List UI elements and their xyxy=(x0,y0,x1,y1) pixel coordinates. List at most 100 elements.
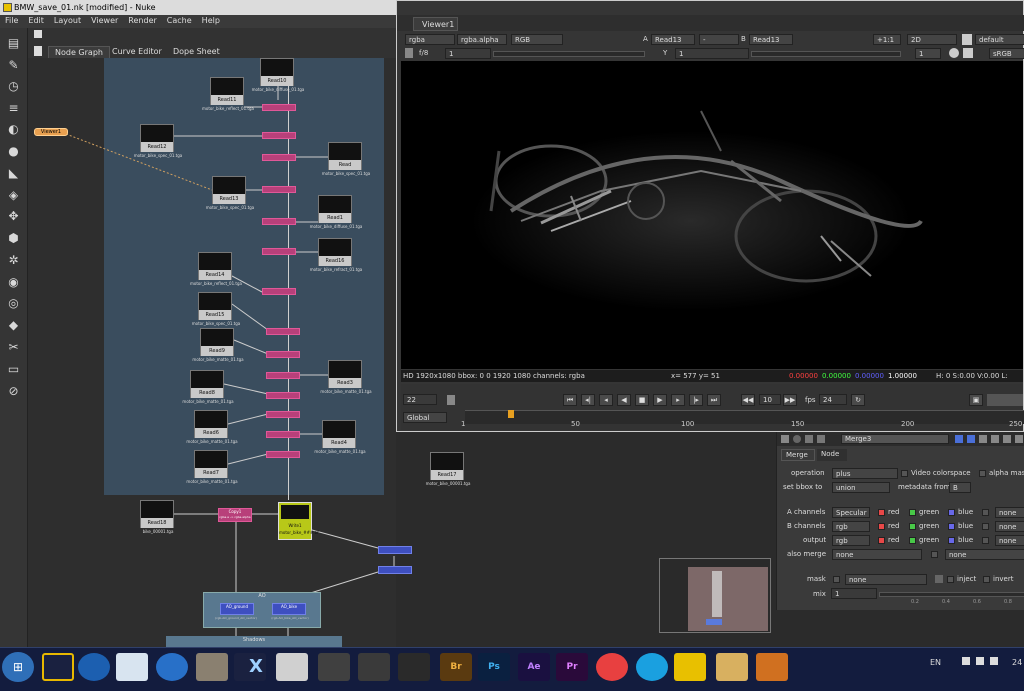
operation-dropdown[interactable]: plus xyxy=(832,468,898,479)
display-style-dropdown[interactable]: RGB xyxy=(511,34,563,45)
taskbar-premiere-icon[interactable]: Pr xyxy=(556,653,588,681)
read-node[interactable]: Read12 motor_bike_spec_01.tga xyxy=(134,124,182,158)
skip-forward-button[interactable]: ▶▶ xyxy=(783,394,797,406)
redo-icon[interactable] xyxy=(991,435,999,443)
read-node[interactable]: Read14 motor_bike_reflect_01.tga xyxy=(190,252,242,286)
merge-node[interactable] xyxy=(266,392,300,399)
network-icon[interactable] xyxy=(976,657,984,665)
merge-node[interactable] xyxy=(262,154,296,161)
frame-increment-field[interactable]: 10 xyxy=(759,394,781,405)
metadata-dropdown[interactable]: B xyxy=(949,482,971,493)
gain-toggle-icon[interactable] xyxy=(405,48,413,58)
proxy-dropdown[interactable]: 1 xyxy=(915,48,941,59)
lut-dropdown[interactable]: default xyxy=(975,34,1024,45)
a-input-dropdown[interactable]: Read13 xyxy=(651,34,695,45)
minimap-view-rect[interactable] xyxy=(688,567,768,631)
taskbar-explorer-icon[interactable] xyxy=(716,653,748,681)
gain-field[interactable]: 1 xyxy=(445,48,491,59)
bbox-dropdown[interactable]: union xyxy=(832,482,890,493)
ao-ground-node[interactable]: AO_ground xyxy=(220,603,254,615)
read-node[interactable]: Read9 motor_bike_matte_01.tga xyxy=(192,328,244,362)
write-node[interactable]: Write1 motor_bike_###.tif xyxy=(278,502,319,540)
also-merge-checkbox[interactable] xyxy=(931,551,938,558)
out-red-checkbox[interactable] xyxy=(878,537,885,544)
b-red-checkbox[interactable] xyxy=(878,523,885,530)
node-name-field[interactable]: Merge3 xyxy=(841,434,949,444)
also-merge-dropdown-2[interactable]: none xyxy=(945,549,1024,560)
out-blue-checkbox[interactable] xyxy=(948,537,955,544)
prev-frame-button[interactable]: ◂ xyxy=(599,394,613,406)
read-node[interactable]: Read10 motor_bike_diffuse_01.tga xyxy=(252,58,304,92)
read-node[interactable]: Read motor_bike_spec_01.tga xyxy=(322,142,370,176)
revert-icon[interactable] xyxy=(1003,435,1011,443)
taskbar-document-icon[interactable] xyxy=(116,653,148,681)
gamma-field[interactable]: 1 xyxy=(675,48,749,59)
wipe-comp-dropdown[interactable]: - xyxy=(699,34,739,45)
volume-icon[interactable] xyxy=(990,657,998,665)
gain-slider[interactable] xyxy=(493,51,645,57)
merge-node[interactable] xyxy=(262,288,296,295)
copy-node[interactable]: Copy1 rgba.a -> rgba.alpha xyxy=(218,508,252,522)
b-blue-checkbox[interactable] xyxy=(948,523,955,530)
merge-node[interactable] xyxy=(266,411,300,418)
merge-node[interactable] xyxy=(262,186,296,193)
a-alpha-checkbox[interactable] xyxy=(982,509,989,516)
node-color-icon[interactable] xyxy=(793,435,801,443)
tab-merge[interactable]: Merge xyxy=(781,449,815,461)
mix-field[interactable]: 1 xyxy=(831,588,877,599)
a-red-checkbox[interactable] xyxy=(878,509,885,516)
inject-checkbox[interactable] xyxy=(947,576,954,583)
read-node[interactable]: Read13 motor_bike_spec_01.tga xyxy=(206,176,254,210)
zoom-dropdown[interactable]: +1:1 xyxy=(873,34,901,45)
taskbar-file-icon[interactable] xyxy=(42,653,74,681)
a-green-checkbox[interactable] xyxy=(909,509,916,516)
taskbar-bridge-icon[interactable]: Br xyxy=(440,653,472,681)
merge-node[interactable] xyxy=(266,351,300,358)
output-dropdown[interactable]: rgb xyxy=(832,535,870,546)
fps-field[interactable]: 24 xyxy=(819,394,847,405)
b-alpha-checkbox[interactable] xyxy=(982,523,989,530)
taskbar-app2-icon[interactable] xyxy=(318,653,350,681)
play-backward-button[interactable]: ◀ xyxy=(617,394,631,406)
b-input-dropdown[interactable]: Read13 xyxy=(749,34,793,45)
play-forward-button[interactable]: ▶ xyxy=(653,394,667,406)
merge-node[interactable] xyxy=(262,132,296,139)
first-frame-button[interactable]: ⏮ xyxy=(563,394,577,406)
flipbook-button[interactable]: ▣ xyxy=(969,394,983,406)
merge-node[interactable] xyxy=(266,328,300,335)
a-alpha-dropdown[interactable]: none xyxy=(995,507,1024,518)
language-indicator[interactable]: EN xyxy=(930,658,941,667)
skip-back-button[interactable]: ◀◀ xyxy=(741,394,755,406)
blue-node[interactable] xyxy=(378,546,412,554)
frame-field[interactable]: 22 xyxy=(403,394,437,405)
flag-icon[interactable] xyxy=(962,657,970,665)
read-node[interactable]: Read15 motor_bike_spec_01.tga xyxy=(192,292,240,326)
alpha-channel-dropdown[interactable]: rgba.alpha xyxy=(457,34,507,45)
next-frame-button[interactable]: ▸ xyxy=(671,394,685,406)
colorspace-dropdown[interactable]: sRGB xyxy=(989,48,1024,59)
ao-group-backdrop[interactable]: AO AO_ground AO_bike (rgb.AO_ground_AO_v… xyxy=(203,592,321,628)
merge-node[interactable] xyxy=(266,431,300,438)
also-merge-dropdown[interactable]: none xyxy=(832,549,922,560)
float-panel-icon[interactable] xyxy=(805,435,813,443)
mix-slider[interactable] xyxy=(879,592,1024,597)
read-node[interactable]: Read3 motor_bike_matte_01.tga xyxy=(320,360,372,394)
mask-channel-icon[interactable] xyxy=(935,575,943,583)
pause-icon[interactable] xyxy=(963,48,973,58)
taskbar-app4-icon[interactable] xyxy=(398,653,430,681)
viewer-node[interactable]: Viewer1 xyxy=(34,128,68,136)
frame-range-dropdown[interactable]: Global xyxy=(403,412,447,423)
video-colorspace-checkbox[interactable] xyxy=(901,470,908,477)
invert-checkbox[interactable] xyxy=(983,576,990,583)
read-node[interactable]: Read6 motor_bike_matte_01.tga xyxy=(186,410,238,444)
node-graph-minimap[interactable] xyxy=(659,558,771,633)
loop-mode-button[interactable]: ↻ xyxy=(851,394,865,406)
range-field[interactable] xyxy=(987,394,1023,406)
b-channels-dropdown[interactable]: rgb xyxy=(832,521,870,532)
merge-node[interactable] xyxy=(262,248,296,255)
a-channels-dropdown[interactable]: Specular xyxy=(832,507,870,518)
taskbar-media-icon[interactable] xyxy=(756,653,788,681)
taskbar-photoshop-icon[interactable]: Ps xyxy=(478,653,510,681)
merge-node[interactable] xyxy=(262,218,296,225)
camera-icon[interactable] xyxy=(962,34,972,45)
